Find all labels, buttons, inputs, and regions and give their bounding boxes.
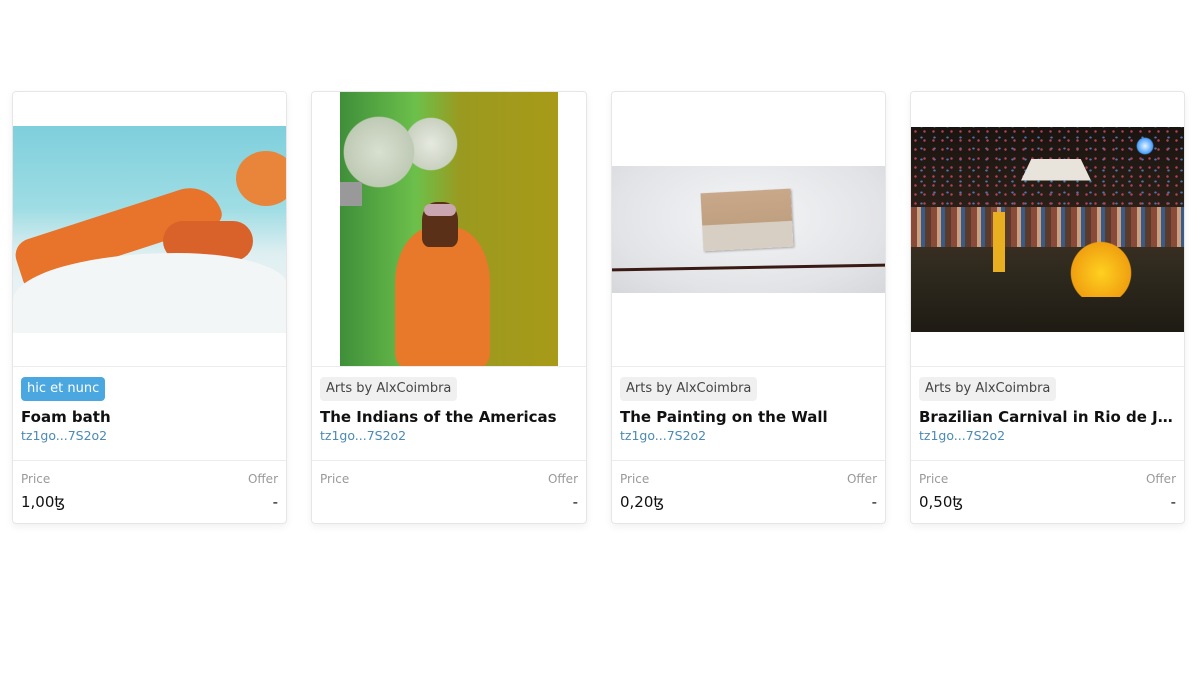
- creator-address-link[interactable]: tz1go...7S2o2: [620, 428, 877, 443]
- price-label: Price: [320, 472, 350, 486]
- nft-thumbnail[interactable]: [612, 92, 885, 367]
- artwork-image-brazilian-carnival[interactable]: [911, 126, 1184, 332]
- nft-info: Arts by AlxCoimbra The Indians of the Am…: [312, 367, 586, 461]
- price-row: Price 0,50ꜩ Offer -: [911, 461, 1184, 513]
- nft-info: Arts by AlxCoimbra Brazilian Carnival in…: [911, 367, 1184, 461]
- price-row: Price 1,00ꜩ Offer -: [13, 461, 286, 513]
- offer-label: Offer: [547, 472, 578, 486]
- offer-label: Offer: [247, 472, 278, 486]
- offer-value: -: [1170, 493, 1176, 511]
- nft-thumbnail[interactable]: [13, 92, 286, 367]
- nft-title[interactable]: Foam bath: [21, 408, 278, 426]
- offer-value: -: [272, 493, 278, 511]
- nft-info: hic et nunc Foam bath tz1go...7S2o2: [13, 367, 286, 461]
- price-row: Price Offer -: [312, 461, 586, 513]
- creator-address-link[interactable]: tz1go...7S2o2: [21, 428, 278, 443]
- nft-info: Arts by AlxCoimbra The Painting on the W…: [612, 367, 885, 461]
- artwork-image-foam-bath[interactable]: [13, 125, 286, 333]
- creator-address-link[interactable]: tz1go...7S2o2: [320, 428, 578, 443]
- nft-card-brazilian-carnival[interactable]: Arts by AlxCoimbra Brazilian Carnival in…: [910, 91, 1185, 524]
- nft-card-indians-of-the-americas[interactable]: Arts by AlxCoimbra The Indians of the Am…: [311, 91, 587, 524]
- price-value: 0,50ꜩ: [919, 493, 964, 511]
- creator-address-link[interactable]: tz1go...7S2o2: [919, 428, 1176, 443]
- offer-value: -: [572, 493, 578, 511]
- collection-tag[interactable]: Arts by AlxCoimbra: [919, 377, 1057, 401]
- collection-tag[interactable]: Arts by AlxCoimbra: [320, 377, 458, 401]
- price-row: Price 0,20ꜩ Offer -: [612, 461, 885, 513]
- artwork-image-indians-of-the-americas[interactable]: [340, 92, 558, 366]
- offer-label: Offer: [1145, 472, 1176, 486]
- nft-title[interactable]: Brazilian Carnival in Rio de Jan...: [919, 408, 1176, 426]
- nft-card-foam-bath[interactable]: hic et nunc Foam bath tz1go...7S2o2 Pric…: [12, 91, 287, 524]
- nft-title[interactable]: The Painting on the Wall: [620, 408, 877, 426]
- offer-label: Offer: [846, 472, 877, 486]
- price-value: [320, 493, 349, 513]
- price-label: Price: [21, 472, 51, 486]
- price-value: 0,20ꜩ: [620, 493, 665, 511]
- nft-thumbnail[interactable]: [911, 92, 1184, 367]
- price-value: 1,00ꜩ: [21, 493, 66, 511]
- collection-tag[interactable]: hic et nunc: [21, 377, 106, 401]
- offer-value: -: [871, 493, 877, 511]
- collection-tag[interactable]: Arts by AlxCoimbra: [620, 377, 758, 401]
- nft-thumbnail[interactable]: [312, 92, 586, 367]
- artwork-image-painting-on-the-wall[interactable]: [612, 165, 885, 293]
- price-label: Price: [620, 472, 650, 486]
- price-label: Price: [919, 472, 949, 486]
- nft-card-grid: hic et nunc Foam bath tz1go...7S2o2 Pric…: [12, 91, 1185, 524]
- nft-title[interactable]: The Indians of the Americas: [320, 408, 578, 426]
- nft-card-painting-on-the-wall[interactable]: Arts by AlxCoimbra The Painting on the W…: [611, 91, 886, 524]
